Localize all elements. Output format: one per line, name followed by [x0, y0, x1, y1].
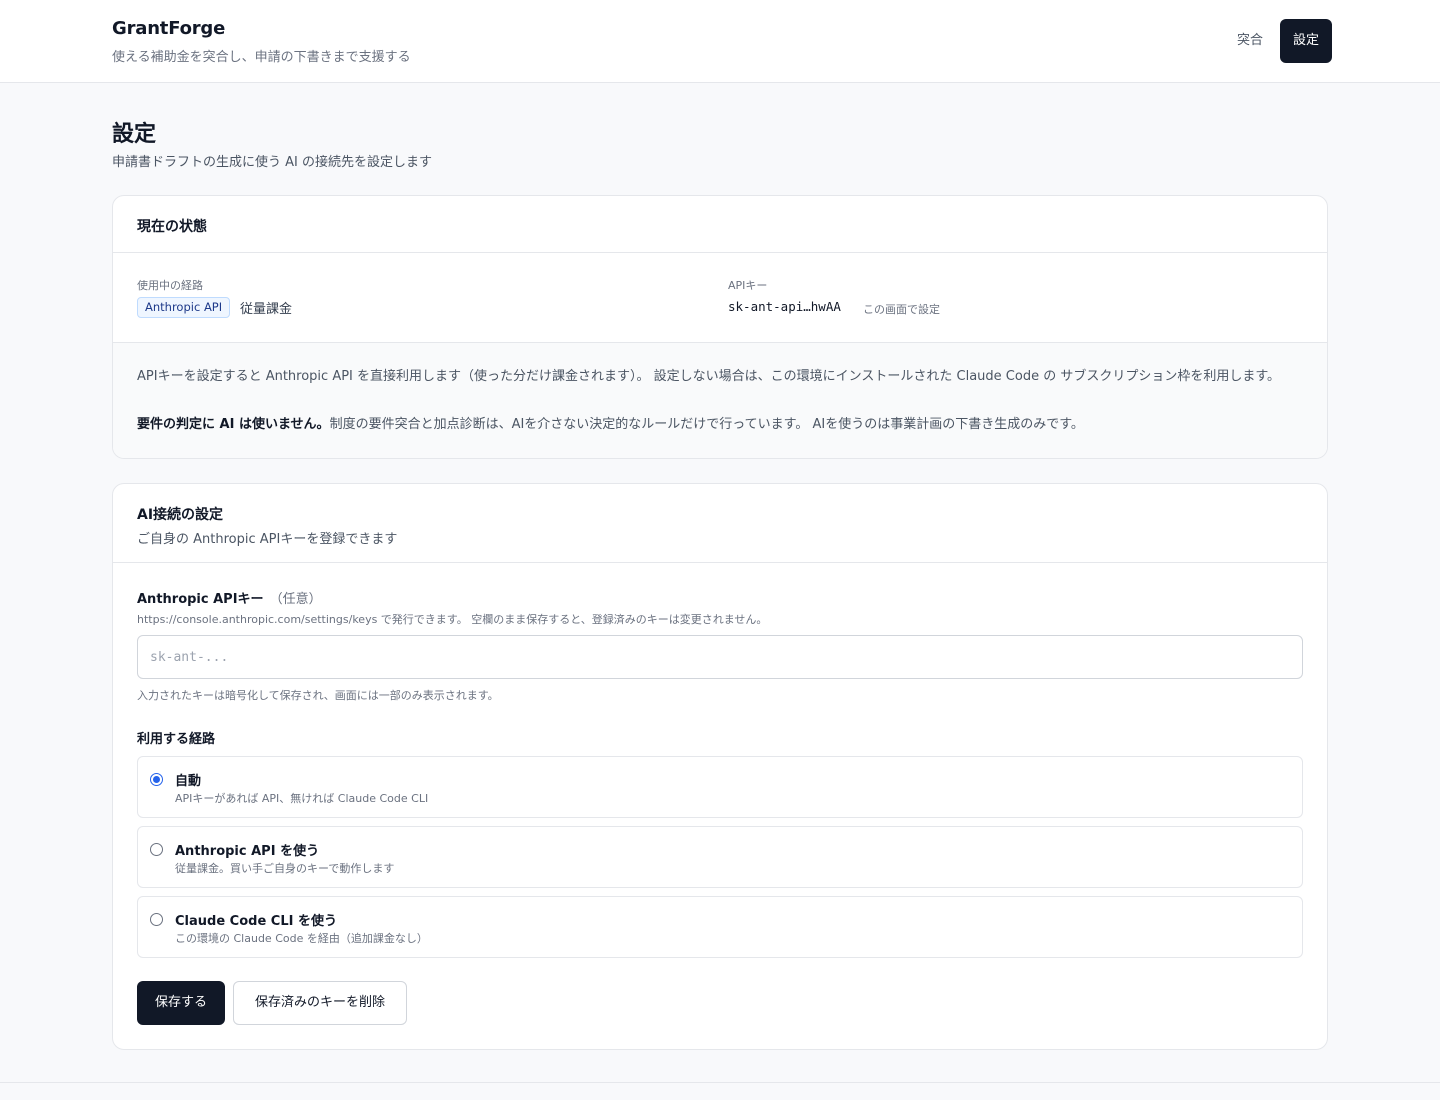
- api-key-encryption-note: 入力されたキーは暗号化して保存され、画面には一部のみ表示されます。: [137, 689, 499, 702]
- nav-settings-link[interactable]: 設定: [1280, 19, 1332, 63]
- save-button[interactable]: 保存する: [137, 981, 225, 1025]
- divider: [113, 562, 1327, 563]
- api-key-source-note: この画面で設定: [863, 303, 940, 316]
- info-rules-text: 要件の判定に AI は使いません。制度の要件突合と加点診断は、AIを介さない決定…: [137, 415, 1305, 434]
- page-subtitle: 申請書ドラフトの生成に使う AI の接続先を設定します: [112, 155, 432, 170]
- info-rules-rest: 制度の要件突合と加点診断は、AIを介さない決定的なルールだけで行っています。 A…: [329, 417, 1084, 432]
- radio-auto[interactable]: [150, 773, 163, 786]
- route-select-label: 利用する経路: [137, 732, 216, 747]
- info-billing-text: APIキーを設定すると Anthropic API を直接利用します（使った分だ…: [137, 369, 1281, 384]
- ai-card-title: AI接続の設定: [137, 507, 224, 523]
- api-key-input[interactable]: [137, 635, 1303, 679]
- api-key-field-label: Anthropic APIキー （任意）: [137, 588, 322, 607]
- delete-key-button[interactable]: 保存済みのキーを削除: [233, 981, 407, 1025]
- api-key-masked-value: sk-ant-api…hwAA: [728, 299, 841, 314]
- page-title: 設定: [112, 122, 157, 147]
- route-option-desc: APIキーがあれば API、無ければ Claude Code CLI: [175, 792, 429, 805]
- divider: [113, 252, 1327, 253]
- route-option-title: 自動: [175, 774, 202, 789]
- route-billing-text: 従量課金: [240, 302, 293, 317]
- optional-tag: （任意）: [269, 592, 322, 607]
- route-option-title: Anthropic API を使う: [175, 844, 320, 859]
- divider: [113, 342, 1327, 343]
- route-in-use-label: 使用中の経路: [137, 279, 203, 292]
- ai-connection-card: AI接続の設定 ご自身の Anthropic APIキーを登録できます Anth…: [112, 483, 1328, 1050]
- info-panel: APIキーを設定すると Anthropic API を直接利用します（使った分だ…: [113, 342, 1327, 458]
- route-badge: Anthropic API: [137, 297, 231, 318]
- app-tagline: 使える補助金を突合し、申請の下書きまで支援する: [112, 50, 411, 65]
- route-option-api[interactable]: Anthropic API を使う 従量課金。買い手ご自身のキーで動作します: [137, 826, 1303, 888]
- api-key-field-label-text: Anthropic APIキー: [137, 592, 264, 607]
- route-option-auto[interactable]: 自動 APIキーがあれば API、無ければ Claude Code CLI: [137, 756, 1303, 818]
- ai-card-subtitle: ご自身の Anthropic APIキーを登録できます: [137, 532, 398, 547]
- route-option-cli[interactable]: Claude Code CLI を使う この環境の Claude Code を経…: [137, 896, 1303, 958]
- route-option-desc: 従量課金。買い手ご自身のキーで動作します: [175, 862, 395, 875]
- route-option-title: Claude Code CLI を使う: [175, 914, 337, 929]
- radio-cli[interactable]: [150, 913, 163, 926]
- nav-match-link[interactable]: 突合: [1222, 19, 1278, 63]
- app-header: GrantForge 使える補助金を突合し、申請の下書きまで支援する 突合 設定: [0, 0, 1440, 83]
- status-card: 現在の状態 使用中の経路 Anthropic API 従量課金 APIキー sk…: [112, 195, 1328, 459]
- footer-divider: [0, 1082, 1440, 1083]
- app-brand[interactable]: GrantForge: [112, 18, 225, 39]
- status-card-title: 現在の状態: [137, 219, 207, 235]
- info-rules-bold: 要件の判定に AI は使いません。: [137, 417, 330, 432]
- radio-api[interactable]: [150, 843, 163, 856]
- route-option-desc: この環境の Claude Code を経由（追加課金なし）: [175, 932, 428, 945]
- api-key-help-text: https://console.anthropic.com/settings/k…: [137, 613, 768, 626]
- api-key-status-label: APIキー: [728, 279, 768, 292]
